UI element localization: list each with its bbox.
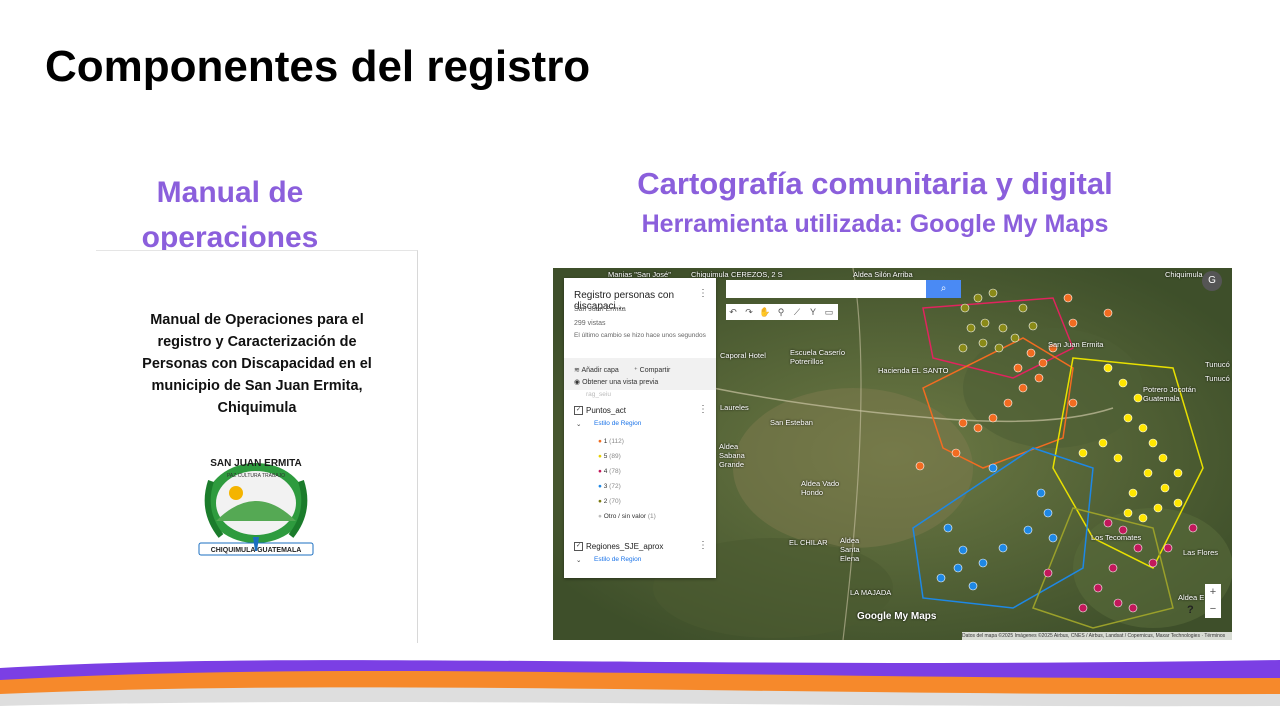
map-search-input[interactable] xyxy=(726,280,959,298)
map-place-label: CEREZOS, 2 S xyxy=(731,270,783,279)
map-place-label: Tunucó xyxy=(1205,374,1230,383)
map-place-label: Las Flores xyxy=(1183,548,1219,557)
map-place-label: Aldea Vado Hondo xyxy=(801,479,840,497)
map-place-label: Aldea Sabana Grande xyxy=(719,442,745,469)
map-subtitle: San Juan Ermita xyxy=(574,306,626,313)
legend-item[interactable]: ● 5 (89) xyxy=(598,453,621,460)
draw-line-icon[interactable]: ⟋ xyxy=(790,304,804,320)
layer-options-icon[interactable]: ⋮ xyxy=(698,540,708,551)
map-toolbar: ↶ ↷ ✋ ⚲ ⟋ Y ▭ xyxy=(726,304,838,320)
logo-bottom-text: CHIQUIMULA GUATEMALA xyxy=(211,547,302,554)
municipality-logo: SAN JUAN ERMITA PAZ CULTURA TRABAJO CHIQ… xyxy=(198,458,314,556)
google-my-maps-screenshot[interactable]: Manias "San José" Chiquimula CEREZOS, 2 … xyxy=(553,268,1232,640)
legend-item[interactable]: ● Otro / sin valor (1) xyxy=(598,513,656,520)
legend-item[interactable]: ● 2 (70) xyxy=(598,498,621,505)
undo-icon[interactable]: ↶ xyxy=(726,304,740,320)
preview-label: Obtener una vista previa xyxy=(582,379,659,386)
search-button[interactable]: ⌕ xyxy=(926,280,961,298)
zoom-out-button[interactable]: − xyxy=(1205,601,1221,618)
last-change: El último cambio se hizo hace unos segun… xyxy=(574,332,706,339)
map-place-label: Aldea Santa Elena xyxy=(840,536,860,563)
marker-icon[interactable]: ⚲ xyxy=(774,304,788,320)
map-place-label: Tunucó xyxy=(1205,360,1230,369)
eye-icon: ◉ xyxy=(574,379,583,386)
chevron-down-icon[interactable]: ⌄ xyxy=(576,556,581,564)
zoom-control[interactable]: + − xyxy=(1205,584,1221,618)
slide-title: Componentes del registro xyxy=(45,42,591,91)
avatar[interactable]: G xyxy=(1202,271,1222,291)
map-place-label: Laureles xyxy=(720,403,749,412)
layer-name[interactable]: Regiones_SJE_aprox xyxy=(586,542,663,551)
map-place-label: Aldea E xyxy=(1178,593,1205,602)
add-layer-button[interactable]: ≋ Añadir capa xyxy=(574,366,619,374)
layer-style-link[interactable]: Estilo de Region xyxy=(594,420,641,427)
map-place-label: Escuela Caserío Potrerillos xyxy=(790,348,846,366)
map-place-label: Los Tecomates xyxy=(1091,533,1142,542)
map-place-label: LA MAJADA xyxy=(850,588,892,597)
map-place-label: Hacienda EL SANTO xyxy=(878,366,949,375)
search-icon: ⌕ xyxy=(940,283,947,294)
map-place-label: Potrero Jocotán Guatemala xyxy=(1143,385,1196,403)
ruler-icon[interactable]: ▭ xyxy=(822,304,836,320)
layer-checkbox[interactable]: ✓ xyxy=(574,542,583,551)
map-place-label: San Juan Ermita xyxy=(1048,340,1104,349)
map-place-label: San Esteban xyxy=(770,418,813,427)
logo-motto: PAZ CULTURA TRABAJO xyxy=(227,473,285,479)
tool-subheading: Herramienta utilizada: Google My Maps xyxy=(641,210,1109,238)
zoom-in-button[interactable]: + xyxy=(1205,584,1221,601)
layer-checkbox[interactable]: ✓ xyxy=(574,406,583,415)
logo-top-text: SAN JUAN ERMITA xyxy=(210,458,301,469)
manual-heading: Manual de operaciones xyxy=(141,176,319,254)
footer-decoration xyxy=(0,660,1280,720)
map-views: 299 vistas xyxy=(574,320,606,327)
redo-icon[interactable]: ↷ xyxy=(742,304,756,320)
manual-document-title: Manual de Operaciones para el registro y… xyxy=(142,312,372,416)
more-options-icon[interactable]: ⋮ xyxy=(698,288,708,299)
hidden-layer-name: rag_seiu xyxy=(586,391,611,398)
map-place-label: Chiquimula xyxy=(1165,270,1203,279)
legend-item[interactable]: ● 1 (112) xyxy=(598,438,624,445)
cartography-heading: Cartografía comunitaria y digital xyxy=(637,166,1113,201)
directions-icon[interactable]: Y xyxy=(806,304,820,320)
help-button[interactable]: ? xyxy=(1187,604,1194,616)
chevron-down-icon[interactable]: ⌄ xyxy=(576,420,581,428)
legend-item[interactable]: ● 3 (72) xyxy=(598,483,621,490)
map-place-label: Aldea Silón Arriba xyxy=(853,270,913,279)
share-label: Compartir xyxy=(639,367,671,374)
preview-button[interactable]: ◉ Obtener una vista previa xyxy=(574,378,658,386)
map-place-label: Caporal Hotel xyxy=(720,351,766,360)
hand-icon[interactable]: ✋ xyxy=(758,304,772,320)
map-place-label: EL CHILAR xyxy=(789,538,828,547)
map-layers-panel: Registro personas con discapaci... ⋮ San… xyxy=(564,278,716,578)
legend-item[interactable]: ● 4 (78) xyxy=(598,468,621,475)
map-attribution[interactable]: Datos del mapa ©2025 Imágenes ©2025 Airb… xyxy=(962,632,1232,640)
layer-name[interactable]: Puntos_act xyxy=(586,406,626,415)
manual-document-preview: Manual de Operaciones para el registro y… xyxy=(96,250,418,643)
add-layer-label: Añadir capa xyxy=(581,367,619,374)
google-my-maps-watermark: Google My Maps xyxy=(857,611,937,622)
layer-options-icon[interactable]: ⋮ xyxy=(698,404,708,415)
share-button[interactable]: ⁺ Compartir xyxy=(634,366,670,374)
layer-style-link[interactable]: Estilo de Region xyxy=(594,556,641,563)
